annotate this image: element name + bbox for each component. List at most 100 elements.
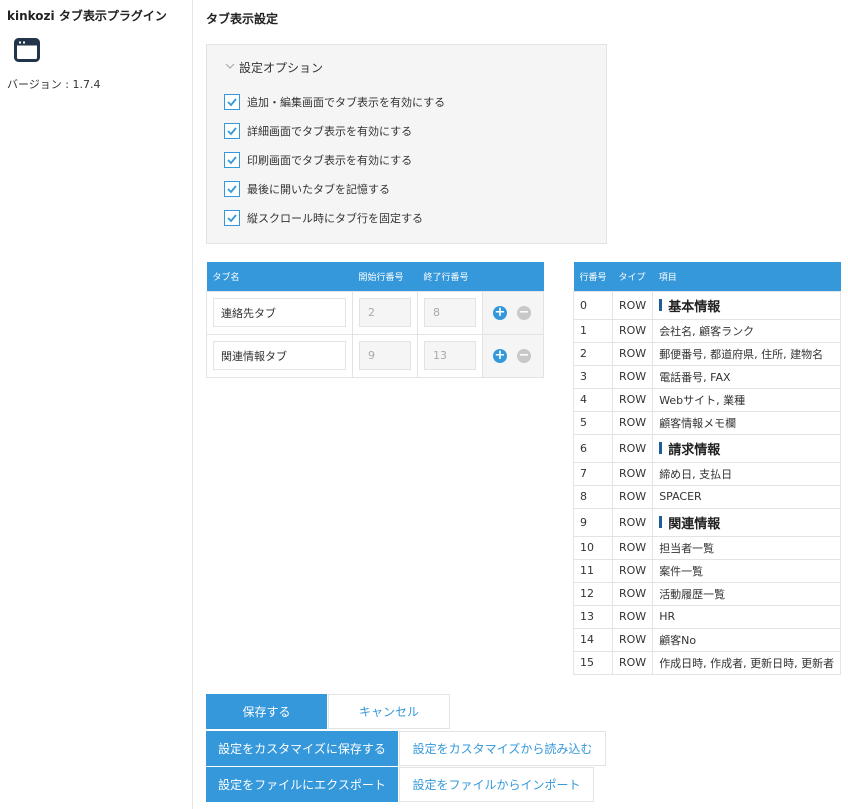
label-bar-icon [659,442,663,454]
row-number-cell: 9 [573,507,613,537]
row-item-cell: 作成日時, 作成者, 更新日時, 更新者 [652,650,842,675]
row-type-cell: ROW [611,507,654,537]
remove-row-icon[interactable]: − [517,305,531,320]
option-label: 最後に開いたタブを記憶する [247,183,390,196]
tab-name-input[interactable]: 関連情報タブ [213,341,346,370]
option-tab-edit[interactable]: 追加・編集画面でタブ表示を有効にする [224,94,445,110]
option-fix-tab-row[interactable]: 縦スクロール時にタブ行を固定する [224,210,423,226]
row-type-cell: ROW [611,341,654,366]
table-row: 4 ROW Webサイト, 業種 [573,387,842,412]
table-row: 5 ROW 顧客情報メモ欄 [573,410,842,435]
plugin-title: kinkozi タブ表示プラグイン [7,9,167,23]
table-row: 10 ROW 担当者一覧 [573,535,842,560]
row-type-cell: ROW [611,484,654,509]
row-type-cell: ROW [611,650,654,675]
save-button[interactable]: 保存する [206,694,327,729]
start-row-input[interactable]: 9 [359,341,411,370]
chevron-down-icon [225,62,237,73]
row-type-cell: ROW [611,604,654,629]
export-file-button[interactable]: 設定をファイルにエクスポート [206,767,398,802]
row-item-cell: 電話番号, FAX [652,364,842,389]
layout-reference-table: 行番号 タイプ 項目 0 ROW 基本情報 1 ROW 会社名, 顧客ランク 2 ROW 郵便番… [573,262,842,675]
row-type-cell: ROW [611,410,654,435]
option-tab-print[interactable]: 印刷画面でタブ表示を有効にする [224,152,412,168]
tab-settings-table: タブ名 開始行番号 終了行番号 連絡先タブ 2 8 + − 関連情報タブ 9 1… [206,262,544,378]
row-number-cell: 13 [573,604,613,629]
option-label: 詳細画面でタブ表示を有効にする [247,125,413,138]
row-item-cell: 基本情報 [652,290,842,320]
tab-name-input[interactable]: 連絡先タブ [213,298,346,327]
row-type-cell: ROW [611,290,654,320]
label-text: 基本情報 [668,299,721,315]
row-type-cell: ROW [611,433,654,463]
option-label: 印刷画面でタブ表示を有効にする [247,154,413,167]
checkbox[interactable] [224,152,240,168]
table-row: 1 ROW 会社名, 顧客ランク [573,318,842,343]
table-row: 13 ROW HR [573,604,842,629]
row-number-cell: 3 [573,364,613,389]
row-item-cell: 顧客No [652,627,842,652]
label-heading: 請求情報 [659,439,720,458]
option-label: 追加・編集画面でタブ表示を有効にする [247,96,446,109]
table-row: 11 ROW 案件一覧 [573,558,842,583]
table-row: 6 ROW 請求情報 [573,433,842,463]
table-row: 9 ROW 関連情報 [573,507,842,537]
checkbox[interactable] [224,94,240,110]
row-number-cell: 4 [573,387,613,412]
end-row-input[interactable]: 13 [424,341,476,370]
row-item-cell: 郵便番号, 都道府県, 住所, 建物名 [652,341,842,366]
row-item-cell: HR [652,604,842,629]
row-type-cell: ROW [611,387,654,412]
label-heading: 関連情報 [659,513,720,532]
table-row: 3 ROW 電話番号, FAX [573,364,842,389]
start-row-input[interactable]: 2 [359,298,411,327]
end-row-input[interactable]: 8 [424,298,476,327]
row-number-cell: 2 [573,341,613,366]
row-number-cell: 8 [573,484,613,509]
row-type-cell: ROW [611,581,654,606]
sidebar: kinkozi タブ表示プラグイン バージョン : 1.7.4 [0,0,193,809]
checkbox[interactable] [224,123,240,139]
row-number-cell: 14 [573,627,613,652]
version-text: バージョン : 1.7.4 [7,78,101,91]
option-remember-tab[interactable]: 最後に開いたタブを記憶する [224,181,390,197]
row-item-cell: 締め日, 支払日 [652,461,842,486]
table-row: 7 ROW 締め日, 支払日 [573,461,842,486]
row-type-cell: ROW [611,627,654,652]
table-row: 2 ROW 郵便番号, 都道府県, 住所, 建物名 [573,341,842,366]
row-item-cell: 顧客情報メモ欄 [652,410,842,435]
table-row: 関連情報タブ 9 13 + − [206,333,544,378]
page-title: タブ表示設定 [206,12,279,26]
add-row-icon[interactable]: + [493,348,507,363]
row-type-cell: ROW [611,318,654,343]
row-number-cell: 1 [573,318,613,343]
row-number-cell: 12 [573,581,613,606]
label-bar-icon [659,516,663,528]
option-label: 縦スクロール時にタブ行を固定する [247,212,423,225]
cancel-button[interactable]: キャンセル [328,694,450,729]
table-row: 14 ROW 顧客No [573,627,842,652]
row-type-cell: ROW [611,558,654,583]
row-number-cell: 0 [573,290,613,320]
column-header: 項目 [652,262,841,291]
table-row: 15 ROW 作成日時, 作成者, 更新日時, 更新者 [573,650,842,675]
import-file-button[interactable]: 設定をファイルからインポート [399,767,594,802]
table-row: 0 ROW 基本情報 [573,290,842,320]
row-item-cell: Webサイト, 業種 [652,387,842,412]
label-text: 関連情報 [668,516,721,532]
option-tab-detail[interactable]: 詳細画面でタブ表示を有効にする [224,123,412,139]
row-type-cell: ROW [611,535,654,560]
layout-table-body: 0 ROW 基本情報 1 ROW 会社名, 顧客ランク 2 ROW 郵便番号, 都道府県, 住所… [573,290,842,675]
options-header-label: 設定オプション [239,61,324,75]
row-item-cell: 担当者一覧 [652,535,842,560]
remove-row-icon[interactable]: − [517,348,531,363]
row-number-cell: 11 [573,558,613,583]
checkbox[interactable] [224,181,240,197]
row-item-cell: 請求情報 [652,433,842,463]
save-to-customize-button[interactable]: 設定をカスタマイズに保存する [206,731,398,766]
add-row-icon[interactable]: + [493,305,507,320]
load-from-customize-button[interactable]: 設定をカスタマイズから読み込む [399,731,606,766]
checkbox[interactable] [224,210,240,226]
label-text: 請求情報 [668,442,721,458]
options-header[interactable]: 設定オプション [225,59,323,76]
